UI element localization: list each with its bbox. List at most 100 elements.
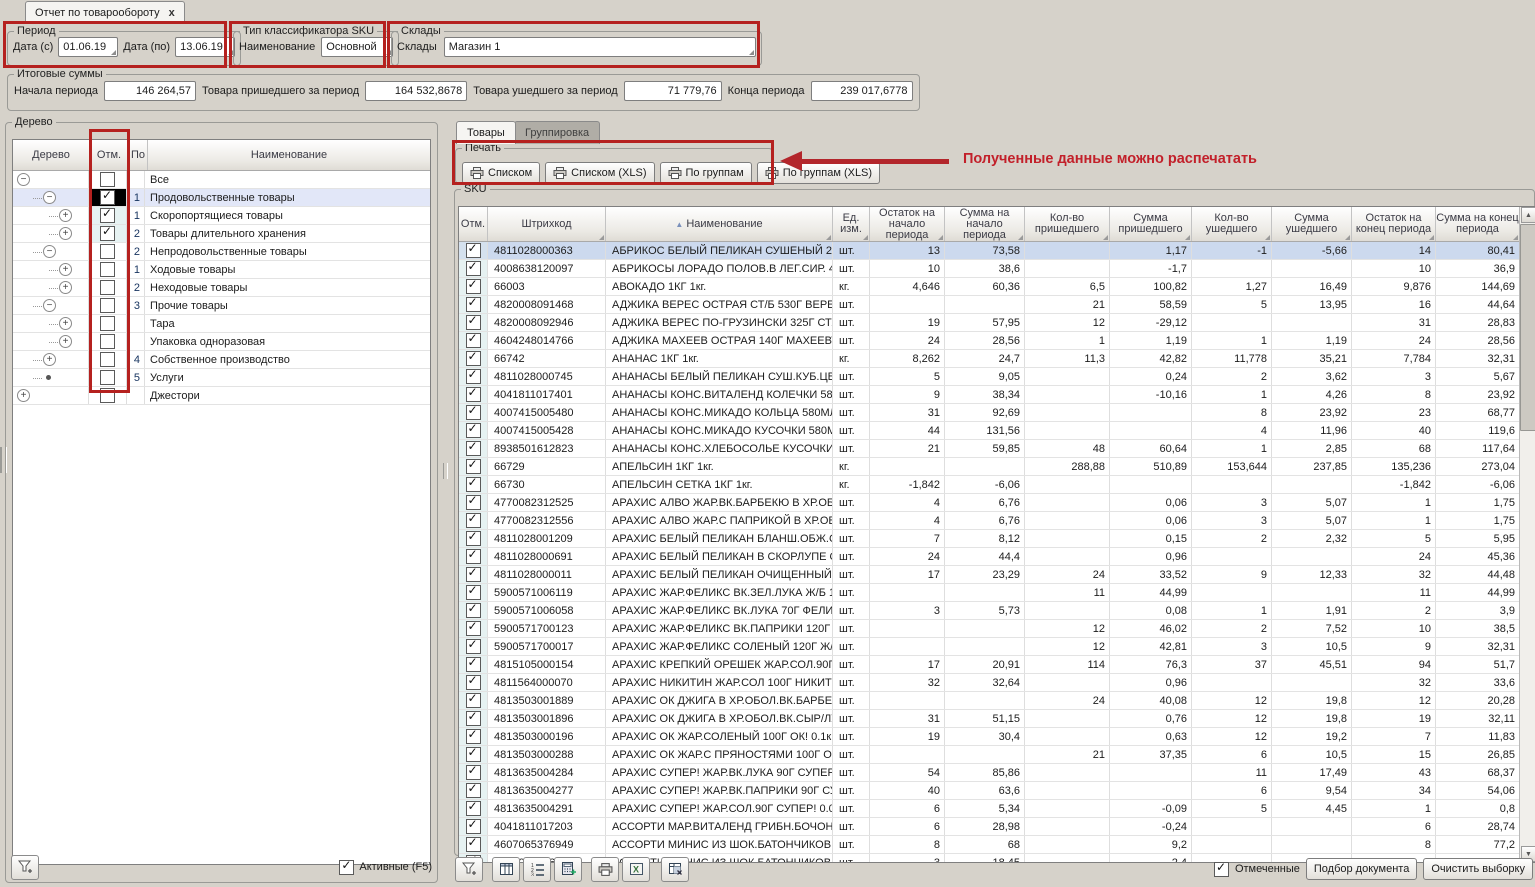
sku-check-cell[interactable] [459,512,488,529]
tree-col-checked[interactable]: Отм. [90,140,129,170]
print-list-xls-button[interactable]: Списком (XLS) [545,162,654,184]
tree-name-cell[interactable]: Скоропортящиеся товары [145,207,427,224]
sku-name-cell[interactable]: АПЕЛЬСИН 1КГ 1кг. [606,458,833,475]
tree-name-cell[interactable]: Продовольственные товары [145,189,427,206]
sku-check-cell[interactable] [459,314,488,331]
sku-check-cell[interactable] [459,836,488,853]
tree-check-cell[interactable] [89,207,127,224]
tree-node-cell[interactable]: − [13,171,89,188]
row-checkbox[interactable] [466,837,481,852]
tree-check-cell[interactable] [89,315,127,332]
collapse-node-icon[interactable]: − [43,245,56,258]
sku-row[interactable]: 4813503001896АРАХИС ОК ДЖИГА В ХР.ОБОЛ.В… [459,710,1519,728]
tab-goods[interactable]: Товары [456,121,516,144]
tree-node-cell[interactable]: + [13,351,89,368]
tree-node-cell[interactable]: + [13,387,89,404]
row-checkbox[interactable] [466,531,481,546]
sku-row[interactable]: 66730АПЕЛЬСИН СЕТКА 1КГ 1кг.кг.-1,842-6,… [459,476,1519,494]
sku-name-cell[interactable]: АРАХИС НИКИТИН ЖАР.СОЛ 100Г НИКИТИ [606,674,833,691]
sku-row[interactable]: 4813503001889АРАХИС ОК ДЖИГА В ХР.ОБОЛ.В… [459,692,1519,710]
sku-check-cell[interactable] [459,260,488,277]
tree-row[interactable]: −Все [13,171,430,189]
expand-node-icon[interactable]: + [59,263,72,276]
sku-check-cell[interactable] [459,638,488,655]
sku-name-cell[interactable]: АРАХИС БЕЛЫЙ ПЕЛИКАН ОЧИЩЕННЫЙ 1 [606,566,833,583]
tree-check-cell[interactable] [89,387,127,404]
filter-plus-button[interactable] [455,857,483,882]
tree-checkbox[interactable] [100,190,115,205]
sku-col-barcode[interactable]: Штрихкод [488,207,606,241]
selected-only-checkbox[interactable] [1214,862,1229,877]
row-checkbox[interactable] [466,333,481,348]
sku-col-start-qty[interactable]: Остаток на начало периода [870,207,945,241]
sku-row[interactable]: 4820008092946АДЖИКА ВЕРЕС ПО-ГРУЗИНСКИ 3… [459,314,1519,332]
sku-check-cell[interactable] [459,476,488,493]
sku-col-out-sum[interactable]: Сумма ушедшего [1272,207,1352,241]
scroll-thumb[interactable] [1520,224,1535,431]
row-checkbox[interactable] [466,693,481,708]
tree-node-cell[interactable]: + [13,261,89,278]
print-list-button[interactable]: Списком [462,162,540,184]
row-checkbox[interactable] [466,297,481,312]
sku-name-cell[interactable]: АНАНАС 1КГ 1кг. [606,350,833,367]
tree-node-cell[interactable]: − [13,189,89,206]
sku-check-cell[interactable] [459,404,488,421]
row-checkbox[interactable] [466,567,481,582]
tree-col-po[interactable]: По [129,140,148,170]
sku-check-cell[interactable] [459,296,488,313]
tree-name-cell[interactable]: Тара [145,315,427,332]
collapse-node-icon[interactable]: − [43,299,56,312]
tree-node-cell[interactable] [13,369,89,386]
tree-check-cell[interactable] [89,369,127,386]
sku-row[interactable]: 4770082312556АРАХИС АЛВО ЖАР.С ПАПРИКОЙ … [459,512,1519,530]
sku-name-cell[interactable]: АРАХИС БЕЛЫЙ ПЕЛИКАН БЛАНШ.ОБЖ.СО [606,530,833,547]
tree-check-cell[interactable] [89,297,127,314]
sku-col-end-sum[interactable]: Сумма на конец периода [1436,207,1519,241]
sku-check-cell[interactable] [459,386,488,403]
sku-name-cell[interactable]: АРАХИС БЕЛЫЙ ПЕЛИКАН В СКОРЛУПЕ ОБ [606,548,833,565]
sku-check-cell[interactable] [459,728,488,745]
sku-col-checked[interactable]: Отм. [459,207,488,241]
sku-check-cell[interactable] [459,764,488,781]
expand-node-icon[interactable]: + [59,227,72,240]
sku-name-cell[interactable]: АССОРТИ МИНИС ИЗ ШОК.БАТОНЧИКОВ 1 [606,836,833,853]
tree-name-cell[interactable]: Непродовольственные товары [145,243,427,260]
sku-row[interactable]: 4811028000011АРАХИС БЕЛЫЙ ПЕЛИКАН ОЧИЩЕН… [459,566,1519,584]
sku-name-cell[interactable]: АПЕЛЬСИН СЕТКА 1КГ 1кг. [606,476,833,493]
sku-row[interactable]: 4813635004291АРАХИС СУПЕР! ЖАР.СОЛ.90Г С… [459,800,1519,818]
expand-node-icon[interactable]: + [59,335,72,348]
row-checkbox[interactable] [466,405,481,420]
sku-row[interactable]: 4007415005480АНАНАСЫ КОНС.МИКАДО КОЛЬЦА … [459,404,1519,422]
sku-name-cell[interactable]: АРАХИС ЖАР.ФЕЛИКС ВК.ЛУКА 70Г ФЕЛИК [606,602,833,619]
sku-row[interactable]: 5900571006058АРАХИС ЖАР.ФЕЛИКС ВК.ЛУКА 7… [459,602,1519,620]
expand-node-icon[interactable]: + [59,317,72,330]
expand-node-icon[interactable]: + [17,389,30,402]
row-checkbox[interactable] [466,387,481,402]
clear-selection-button[interactable]: Очистить выборку [1423,858,1533,880]
tree-checkbox[interactable] [100,244,115,259]
row-checkbox[interactable] [466,657,481,672]
tree-row[interactable]: +2Неходовые товары [13,279,430,297]
tree-row[interactable]: +4Собственное производство [13,351,430,369]
print-groups-button[interactable]: По группам [660,162,752,184]
tree-name-cell[interactable]: Джестори [145,387,427,404]
row-checkbox[interactable] [466,459,481,474]
tree-col-tree[interactable]: Дерево [13,140,90,170]
tree-node-cell[interactable]: + [13,225,89,242]
sku-row[interactable]: 4813635004284АРАХИС СУПЕР! ЖАР.ВК.ЛУКА 9… [459,764,1519,782]
sku-row[interactable]: 4820008091468АДЖИКА ВЕРЕС ОСТРАЯ СТ/Б 53… [459,296,1519,314]
tab-turnover-report[interactable]: Отчет по товарообороту x [25,1,185,23]
sku-name-cell[interactable]: АРАХИС ОК ЖАР.СОЛЕНЫЙ 100Г ОК! 0.1кг. [606,728,833,745]
sku-check-cell[interactable] [459,278,488,295]
sku-row[interactable]: 4008638120097АБРИКОСЫ ЛОРАДО ПОЛОВ.В ЛЕГ… [459,260,1519,278]
expand-node-icon[interactable]: + [59,281,72,294]
tree-node-cell[interactable]: + [13,279,89,296]
row-checkbox[interactable] [466,783,481,798]
collapse-node-icon[interactable]: − [43,191,56,204]
sku-col-out-qty[interactable]: Кол-во ушедшего [1192,207,1272,241]
tree-checkbox[interactable] [100,352,115,367]
collapse-node-icon[interactable]: − [17,173,30,186]
tree-checkbox[interactable] [100,334,115,349]
sku-name-cell[interactable]: АДЖИКА ВЕРЕС ОСТРАЯ СТ/Б 530Г ВЕРЕС [606,296,833,313]
tree-row[interactable]: 5Услуги [13,369,430,387]
